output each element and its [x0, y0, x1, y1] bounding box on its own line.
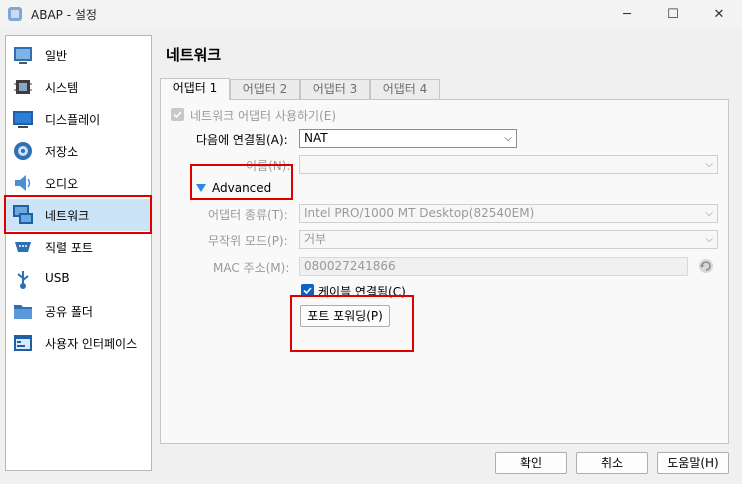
attached-to-label: 다음에 연결됨(A): [196, 133, 288, 147]
mac-address-label: MAC 주소(M): [213, 261, 290, 275]
sidebar-item-label: 공유 폴더 [45, 305, 93, 319]
sidebar-item-label: 일반 [45, 49, 68, 63]
sidebar-item-display[interactable]: 디스플레이 [6, 103, 151, 135]
general-icon [12, 44, 34, 66]
sidebar-item-usb[interactable]: USB [6, 263, 151, 295]
tab-adapter-4[interactable]: 어댑터 4 [370, 79, 440, 99]
maximize-button[interactable]: ☐ [650, 0, 696, 28]
usb-icon [12, 268, 34, 290]
sidebar-item-user-interface[interactable]: 사용자 인터페이스 [6, 327, 151, 359]
settings-sidebar: 일반 시스템 디스플레이 저장소 오디오 네트워크 직렬 포트 USB 공유 폴… [5, 35, 152, 471]
storage-disk-icon [12, 140, 34, 162]
sidebar-item-storage[interactable]: 저장소 [6, 135, 151, 167]
chevron-down-icon: ⌵ [504, 133, 512, 144]
sidebar-item-system[interactable]: 시스템 [6, 71, 151, 103]
triangle-down-icon [196, 184, 206, 192]
promiscuous-mode-value: 거부 [304, 232, 327, 246]
sidebar-item-label: USB [45, 271, 70, 285]
sidebar-item-shared-folders[interactable]: 공유 폴더 [6, 295, 151, 327]
cancel-button[interactable]: 취소 [576, 452, 648, 474]
title-bar: ABAP - 설정 ─ ☐ ✕ [0, 0, 742, 28]
sidebar-item-label: 직렬 포트 [45, 241, 93, 255]
sidebar-item-label: 시스템 [45, 81, 79, 95]
sidebar-item-serial-port[interactable]: 직렬 포트 [6, 231, 151, 263]
enable-adapter-label: 네트워크 어댑터 사용하기(E) [190, 109, 337, 123]
attached-to-value: NAT [304, 131, 328, 145]
sidebar-item-general[interactable]: 일반 [6, 39, 151, 71]
sidebar-item-label: 네트워크 [45, 209, 90, 223]
port-forwarding-button[interactable]: 포트 포워딩(P) [300, 305, 390, 327]
advanced-toggle[interactable]: Advanced [196, 181, 276, 197]
chevron-down-icon: ⌵ [705, 234, 713, 245]
sidebar-item-label: 사용자 인터페이스 [45, 337, 138, 351]
close-icon: ✕ [713, 6, 725, 22]
enable-adapter-checkbox[interactable] [171, 108, 184, 121]
system-chip-icon [12, 76, 34, 98]
cable-connected-label: 케이블 연결됨(C) [318, 285, 406, 299]
adapter-type-select[interactable]: Intel PRO/1000 MT Desktop(82540EM) ⌵ [299, 204, 718, 223]
tab-adapter-1[interactable]: 어댑터 1 [160, 78, 230, 100]
mac-address-value: 080027241866 [304, 259, 396, 273]
refresh-mac-button[interactable] [697, 257, 717, 275]
adapter-type-value: Intel PRO/1000 MT Desktop(82540EM) [304, 206, 535, 220]
refresh-icon [699, 259, 713, 273]
name-select[interactable]: ⌵ [299, 155, 718, 174]
sidebar-item-network[interactable]: 네트워크 [6, 199, 151, 231]
sidebar-item-audio[interactable]: 오디오 [6, 167, 151, 199]
virtualbox-app-icon [7, 6, 23, 22]
chevron-down-icon: ⌵ [705, 159, 713, 170]
network-icon [12, 204, 34, 226]
chevron-down-icon: ⌵ [705, 208, 713, 219]
name-label: 이름(N): [246, 159, 291, 173]
adapter-type-label: 어댑터 종류(T): [208, 208, 288, 222]
mac-address-field[interactable]: 080027241866 [299, 257, 688, 276]
tab-adapter-2[interactable]: 어댑터 2 [230, 79, 300, 99]
help-button[interactable]: 도움말(H) [657, 452, 729, 474]
tab-adapter-3[interactable]: 어댑터 3 [300, 79, 370, 99]
user-interface-icon [12, 332, 34, 354]
cable-connected-checkbox[interactable] [301, 284, 314, 297]
advanced-label: Advanced [212, 181, 272, 195]
promiscuous-mode-label: 무작위 모드(P): [208, 234, 288, 248]
minimize-icon: ─ [623, 6, 631, 22]
close-button[interactable]: ✕ [696, 0, 742, 28]
sidebar-item-label: 디스플레이 [45, 113, 101, 127]
attached-to-select[interactable]: NAT ⌵ [299, 129, 517, 148]
window-title: ABAP - 설정 [31, 8, 97, 22]
sidebar-item-label: 오디오 [45, 177, 79, 191]
ok-button[interactable]: 확인 [495, 452, 567, 474]
maximize-icon: ☐ [667, 6, 679, 22]
promiscuous-mode-select[interactable]: 거부 ⌵ [299, 230, 718, 249]
display-monitor-icon [12, 108, 34, 130]
page-title: 네트워크 [166, 46, 222, 64]
minimize-button[interactable]: ─ [604, 0, 650, 28]
audio-speaker-icon [12, 172, 34, 194]
shared-folder-icon [12, 300, 34, 322]
serial-port-icon [12, 236, 34, 258]
sidebar-item-label: 저장소 [45, 145, 79, 159]
